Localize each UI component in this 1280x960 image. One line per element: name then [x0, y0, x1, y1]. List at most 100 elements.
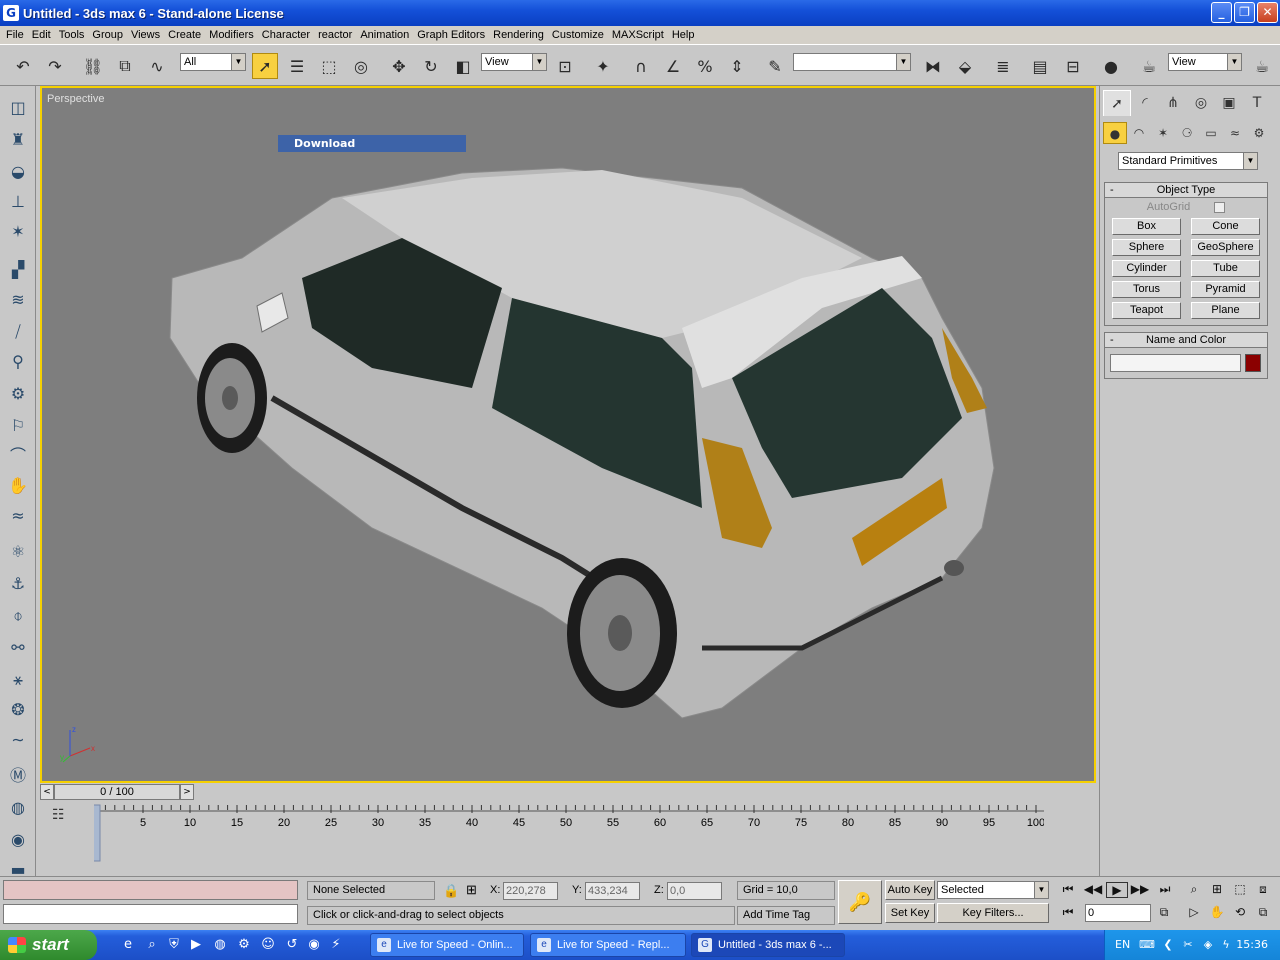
sphere-button[interactable]: Sphere — [1112, 239, 1181, 256]
object-color-swatch[interactable] — [1245, 354, 1261, 372]
percent-snap-icon[interactable]: % — [692, 53, 718, 79]
maxscript-icon[interactable]: Ⓜ — [6, 764, 30, 788]
geometry-icon[interactable]: ● — [1103, 122, 1127, 144]
utilities-tab-icon[interactable]: T — [1243, 90, 1271, 116]
maximize-viewport-icon[interactable]: ⧉ — [1252, 905, 1274, 920]
3dsmax-app-icon[interactable]: G — [3, 5, 19, 21]
field-of-view-icon[interactable]: ▷ — [1183, 905, 1205, 919]
surface-icon[interactable]: ≈ — [6, 504, 30, 528]
redo-icon[interactable]: ↷ — [42, 53, 68, 79]
layer-manager-icon[interactable]: ≣ — [990, 53, 1016, 79]
menu-graph-editors[interactable]: Graph Editors — [413, 29, 489, 41]
network-icon[interactable]: ⚙ — [236, 937, 252, 953]
name-and-color-header[interactable]: - Name and Color — [1105, 333, 1267, 348]
start-button[interactable]: start — [0, 930, 97, 960]
compounds-icon[interactable]: ▞ — [6, 258, 30, 282]
frame-ruler[interactable]: 0510152025303540455055606570758085909510… — [94, 803, 1044, 863]
object-name-input[interactable] — [1110, 354, 1241, 372]
key-mode-toggle-icon[interactable]: ⏮ — [1057, 905, 1079, 920]
angle-snap-icon[interactable]: ∠ — [660, 53, 686, 79]
set-key-button[interactable]: Set Key — [885, 903, 935, 923]
minimize-button[interactable]: _ — [1211, 2, 1232, 23]
lock-icon[interactable]: 🔒 — [443, 883, 459, 899]
zoom-extents-icon[interactable]: ⬚ — [1229, 882, 1251, 896]
shapes-icon[interactable]: ◠ — [1127, 122, 1151, 144]
menu-maxscript[interactable]: MAXScript — [608, 29, 668, 41]
select-and-move-icon[interactable]: ✥ — [386, 53, 412, 79]
geosphere-button[interactable]: GeoSphere — [1191, 239, 1260, 256]
particles-icon[interactable]: ≋ — [6, 288, 30, 312]
named-selection-sets-dropdown[interactable]: ▼ — [793, 53, 911, 71]
rectangular-selection-icon[interactable]: ⬚ — [316, 53, 342, 79]
zoom-icon[interactable]: ⌕ — [1183, 882, 1205, 897]
tube-button[interactable]: Tube — [1191, 260, 1260, 277]
play-icon[interactable]: ▶ — [1106, 882, 1128, 898]
undo-icon[interactable]: ↶ — [10, 53, 36, 79]
messenger-icon[interactable]: ☺ — [260, 937, 276, 953]
pyramid-button[interactable]: Pyramid — [1191, 281, 1260, 298]
lights-icon[interactable]: ⊥ — [6, 190, 30, 214]
select-and-rotate-icon[interactable]: ↻ — [418, 53, 444, 79]
current-frame-cursor[interactable] — [94, 804, 101, 862]
mirror-icon[interactable]: ⧓ — [920, 53, 946, 79]
deform-icon[interactable]: ✋ — [6, 474, 30, 498]
select-and-link-icon[interactable]: ⛓ — [80, 53, 106, 79]
unlink-icon[interactable]: ⧉ — [112, 53, 138, 79]
menu-character[interactable]: Character — [258, 29, 314, 41]
reactor-icon[interactable]: ⚛ — [6, 540, 30, 564]
game-icon[interactable]: ◍ — [212, 937, 228, 953]
cone-button[interactable]: Cone — [1191, 218, 1260, 235]
track-bar[interactable]: ☷ 05101520253035404550556065707580859095… — [40, 801, 1096, 875]
select-by-name-icon[interactable]: ☰ — [284, 53, 310, 79]
internet-explorer-icon[interactable]: e — [120, 937, 136, 953]
keyboard-icon[interactable]: ⌨ — [1139, 938, 1155, 952]
close-button[interactable]: ✕ — [1257, 2, 1278, 23]
media-player-icon[interactable]: ▶ — [188, 937, 204, 953]
object-type-header[interactable]: - Object Type — [1105, 183, 1267, 198]
menu-edit[interactable]: Edit — [28, 29, 55, 41]
bind-space-warp-icon[interactable]: ∿ — [144, 53, 170, 79]
biped-icon[interactable]: ⚹ — [6, 668, 30, 692]
dynamics-icon[interactable]: ⚙ — [6, 382, 30, 406]
modifiers-icon[interactable]: ⌒ — [6, 444, 30, 468]
hierarchy-tab-icon[interactable]: ⋔ — [1159, 90, 1187, 116]
flash-icon[interactable]: ϟ — [1219, 938, 1233, 952]
time-slider-next-button[interactable]: > — [180, 784, 194, 800]
time-slider[interactable]: < 0 / 100 > — [40, 784, 1096, 801]
select-and-manipulate-icon[interactable]: ✦ — [590, 53, 616, 79]
select-and-scale-icon[interactable]: ◧ — [450, 53, 476, 79]
teapot-button[interactable]: Teapot — [1112, 302, 1181, 319]
lights-icon[interactable]: ✶ — [1151, 122, 1175, 144]
time-slider-prev-button[interactable]: < — [40, 784, 54, 800]
x-coordinate-input[interactable]: 220,278 — [503, 882, 558, 900]
helpers-icon[interactable]: ▭ — [1199, 122, 1223, 144]
sphere-icon[interactable]: ◒ — [6, 160, 30, 184]
time-configuration-icon[interactable]: ⧉ — [1153, 905, 1175, 920]
patch-icon[interactable]: ⧸ — [6, 320, 30, 344]
key-mode-dropdown[interactable]: Selected ▼ — [937, 881, 1049, 899]
autogrid-checkbox[interactable] — [1214, 201, 1226, 213]
helpers-icon[interactable]: ✶ — [6, 220, 30, 244]
space-warps-icon[interactable]: ≈ — [1223, 122, 1247, 144]
task-live-for-speed-replay[interactable]: e Live for Speed - Repl... — [530, 933, 686, 957]
align-icon[interactable]: ⬙ — [952, 53, 978, 79]
space-warps-icon[interactable]: ⚐ — [6, 414, 30, 438]
shapes-icon[interactable]: ♜ — [6, 128, 30, 152]
select-object-icon[interactable]: ➚ — [252, 53, 278, 79]
category-dropdown[interactable]: Standard Primitives ▼ — [1118, 152, 1258, 170]
menu-tools[interactable]: Tools — [55, 29, 89, 41]
selection-filter-dropdown[interactable]: All ▼ — [180, 53, 246, 71]
box-button[interactable]: Box — [1112, 218, 1181, 235]
torus-button[interactable]: Torus — [1112, 281, 1181, 298]
schematic-view-icon[interactable]: ⊟ — [1060, 53, 1086, 79]
tools-icon[interactable]: ✂ — [1181, 938, 1195, 952]
render-scene-icon[interactable]: ☕ — [1136, 53, 1162, 79]
task-live-for-speed-online[interactable]: e Live for Speed - Onlin... — [370, 933, 524, 957]
menu-file[interactable]: File — [2, 29, 28, 41]
zoom-extents-all-icon[interactable]: ⧈ — [1252, 882, 1274, 897]
display-tab-icon[interactable]: ▣ — [1215, 90, 1243, 116]
maximize-button[interactable]: ❐ — [1234, 2, 1255, 23]
environment-icon[interactable]: ◉ — [6, 828, 30, 852]
menu-rendering[interactable]: Rendering — [489, 29, 548, 41]
modify-tab-icon[interactable]: ◜ — [1131, 90, 1159, 116]
